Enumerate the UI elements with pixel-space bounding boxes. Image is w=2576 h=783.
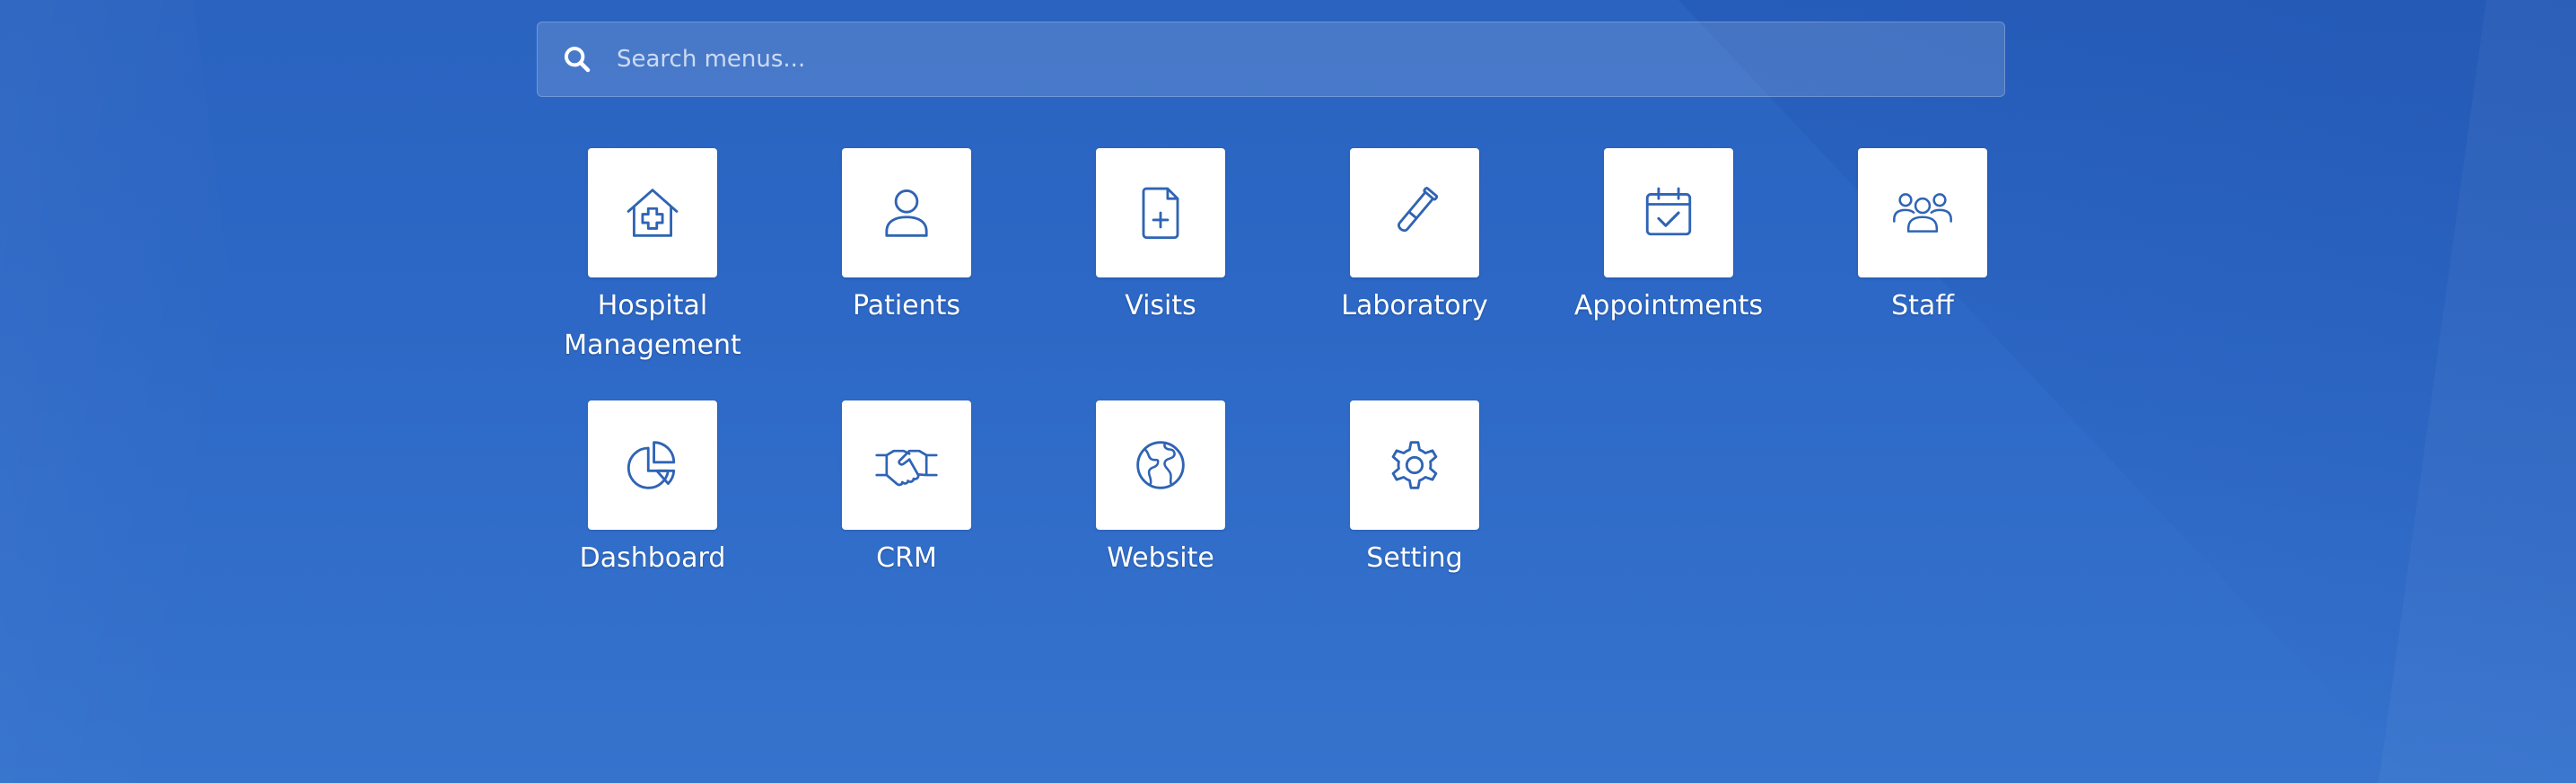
users-group-icon [1893,193,1952,233]
globe-icon [1136,441,1185,489]
user-icon [885,189,928,237]
app-label: Appointments [1573,290,1764,321]
handshake-icon [875,449,938,487]
app-tile[interactable] [588,400,717,530]
app-tile[interactable] [1096,148,1225,277]
app-label: Laboratory [1341,290,1488,321]
app-laboratory[interactable]: Laboratory [1307,148,1522,326]
app-tile[interactable] [1096,400,1225,530]
app-label: Patients [852,290,961,321]
app-hospital-management[interactable]: Hospital Management [545,148,760,365]
app-tile[interactable] [842,148,971,277]
search-input[interactable] [615,22,2004,97]
calendar-check-icon [1645,187,1692,236]
app-tile[interactable] [1350,400,1479,530]
app-patients[interactable]: Patients [799,148,1014,326]
gear-icon [1391,441,1438,489]
search-icon [561,43,593,75]
background-facet [1678,0,2576,783]
background-facet [2379,0,2576,783]
app-tile[interactable] [588,148,717,277]
app-label: Visits [1125,290,1196,321]
app-label: CRM [876,542,937,574]
pie-chart-icon [626,441,676,489]
app-label-line: Hospital [597,290,708,321]
app-label: Dashboard [579,542,726,574]
search-bar[interactable] [537,22,2005,97]
test-tube-icon [1398,187,1439,233]
app-label: Staff [1891,290,1954,321]
app-label: Setting [1366,542,1463,574]
app-website[interactable]: Website [1053,400,1268,578]
app-crm[interactable]: CRM [799,400,1014,578]
app-setting[interactable]: Setting [1307,400,1522,578]
app-dashboard[interactable]: Dashboard [545,400,760,578]
app-tile[interactable] [842,400,971,530]
app-visits[interactable]: Visits [1053,148,1268,326]
app-tile[interactable] [1350,148,1479,277]
medical-file-icon [1142,187,1179,240]
app-staff[interactable]: Staff [1815,148,2030,326]
hospital-icon [626,189,679,237]
app-label: Website [1107,542,1214,574]
app-label: Hospital Management [564,286,741,365]
app-appointments[interactable]: Appointments [1561,148,1776,326]
app-tile[interactable] [1604,148,1733,277]
app-tile[interactable] [1858,148,1987,277]
app-label-line: Management [564,330,741,361]
background-facet [0,0,296,783]
